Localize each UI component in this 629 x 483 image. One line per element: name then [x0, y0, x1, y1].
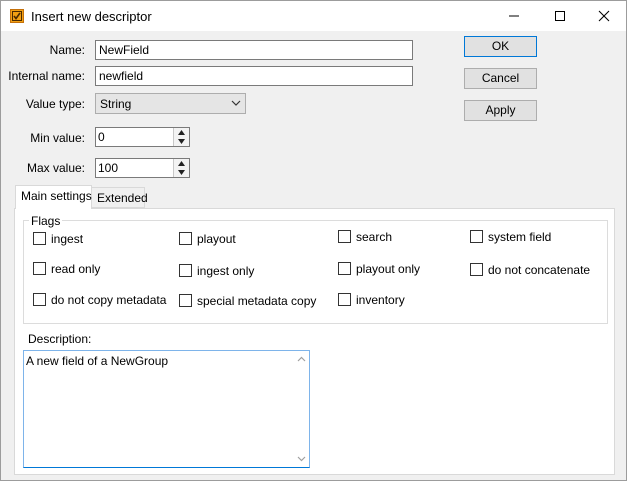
max-value-text[interactable]: 100 — [98, 161, 118, 175]
description-textarea[interactable]: A new field of a NewGroup — [23, 350, 310, 468]
checkbox-label: do not copy metadata — [51, 293, 167, 307]
checkbox-label: search — [356, 230, 393, 244]
triangle-up-icon — [178, 161, 185, 166]
checkbox-label: system field — [488, 230, 552, 244]
chevron-down-icon — [231, 100, 241, 106]
window-title: Insert new descriptor — [31, 9, 152, 24]
maximize-icon — [555, 11, 565, 21]
value-type-select[interactable]: String — [95, 93, 246, 114]
scroll-up-icon — [297, 356, 306, 362]
checkbox-label: inventory — [356, 293, 405, 307]
minimize-icon — [509, 15, 519, 17]
checkbox-label: read only — [51, 262, 101, 276]
checkbox-label: ingest — [51, 232, 84, 246]
description-label: Description: — [28, 332, 92, 346]
checkbox-box[interactable] — [179, 232, 192, 245]
close-button[interactable] — [581, 1, 627, 31]
value-type-label: Value type: — [25, 97, 85, 111]
ok-button[interactable]: OK — [464, 36, 537, 57]
app-checkbox-icon — [10, 9, 24, 23]
checkbox-box[interactable] — [338, 230, 351, 243]
value-type-selected: String — [100, 97, 132, 111]
checkbox-box[interactable] — [470, 263, 483, 276]
title-bar[interactable]: Insert new descriptor — [1, 1, 626, 31]
triangle-up-icon — [178, 130, 185, 135]
main-settings-panel: Flags ingest playout search system field — [14, 208, 615, 475]
checkbox-box[interactable] — [33, 262, 46, 275]
checkbox-label: do not concatenate — [488, 263, 591, 277]
checkbox-box[interactable] — [338, 262, 351, 275]
max-value-down-button[interactable] — [174, 168, 189, 177]
checkbox-box[interactable] — [179, 294, 192, 307]
checkbox-label: ingest only — [197, 264, 255, 278]
min-value-label: Min value: — [30, 131, 85, 145]
triangle-down-icon — [178, 139, 185, 144]
checkbox-box[interactable] — [33, 293, 46, 306]
description-scrollbar[interactable] — [294, 351, 309, 467]
minimize-button[interactable] — [491, 1, 537, 31]
min-value-stepper[interactable]: 0 — [95, 127, 190, 147]
checkbox-label: playout only — [356, 262, 421, 276]
checkbox-box[interactable] — [33, 232, 46, 245]
min-value-text[interactable]: 0 — [98, 130, 105, 144]
flags-group: ingest playout search system field read … — [23, 220, 608, 324]
name-input[interactable]: NewField — [95, 40, 413, 60]
scroll-down-icon — [297, 456, 306, 462]
internal-name-label: Internal name: — [8, 69, 85, 83]
checkbox-label: playout — [197, 232, 236, 246]
internal-name-input[interactable]: newfield — [95, 66, 413, 86]
checkbox-box[interactable] — [179, 264, 192, 277]
flags-group-title: Flags — [29, 214, 63, 228]
name-label: Name: — [49, 43, 85, 57]
tab-extended[interactable]: Extended — [91, 187, 148, 208]
checkbox-label: special metadata copy — [197, 294, 317, 308]
tab-main-settings[interactable]: Main settings — [15, 185, 92, 209]
triangle-down-icon — [178, 170, 185, 175]
max-value-label: Max value: — [26, 161, 85, 175]
checkbox-box[interactable] — [470, 230, 483, 243]
maximize-button[interactable] — [537, 1, 583, 31]
max-value-stepper[interactable]: 100 — [95, 158, 190, 178]
close-icon — [598, 10, 610, 22]
checkbox-box[interactable] — [338, 293, 351, 306]
apply-button[interactable]: Apply — [464, 100, 537, 121]
min-value-down-button[interactable] — [174, 137, 189, 146]
description-text[interactable]: A new field of a NewGroup — [26, 354, 168, 368]
cancel-button[interactable]: Cancel — [464, 68, 537, 89]
dialog-window: Insert new descriptor Name: NewField Int… — [0, 0, 627, 481]
